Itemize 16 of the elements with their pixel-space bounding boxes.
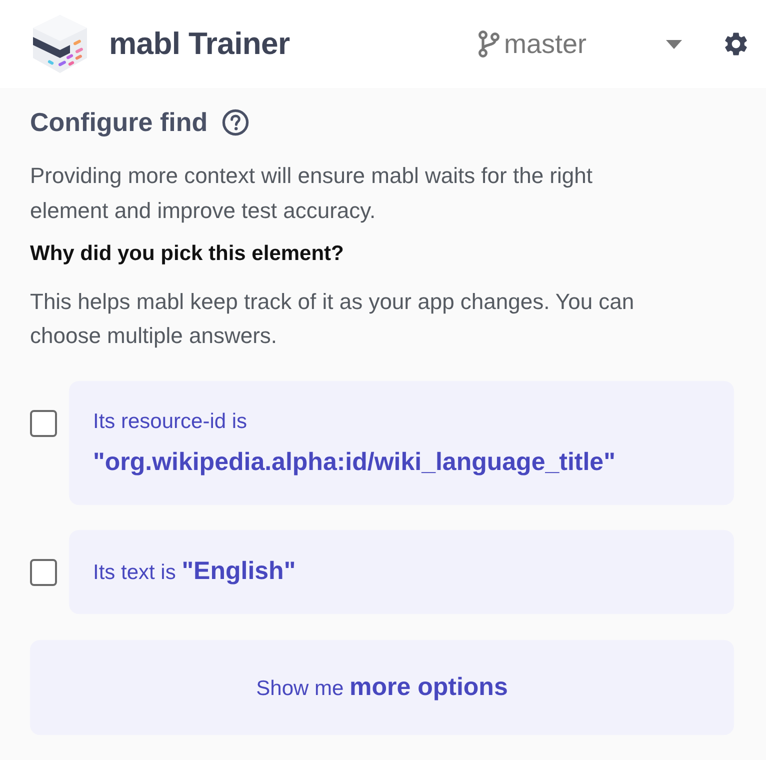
option-card[interactable]: Its text is "English" (69, 530, 734, 614)
branch-dropdown[interactable]: master (478, 28, 682, 60)
checkbox[interactable] (30, 559, 57, 586)
hint-text: This helps mabl keep track of it as your app changes. You can choose multiple answers. (30, 288, 636, 350)
caret-icon (666, 40, 682, 48)
intro-text: Providing more context will ensure mabl waits for the right element and improve test accuracy. (30, 162, 594, 225)
section-title: Configure find (30, 106, 208, 139)
settings-icon[interactable] (722, 30, 750, 58)
question-heading: Why did you pick this element? (30, 241, 345, 267)
branch-icon (478, 30, 500, 58)
checkbox[interactable] (30, 410, 57, 437)
help-icon[interactable] (222, 108, 249, 136)
more-options-button[interactable]: Show me more options (30, 640, 734, 735)
option-card[interactable]: Its resource-id is "org.wikipedia.alpha:id/wiki_language_title" (69, 381, 734, 505)
app-title: mabl Trainer (109, 26, 290, 62)
cube-logo-icon (30, 13, 90, 75)
